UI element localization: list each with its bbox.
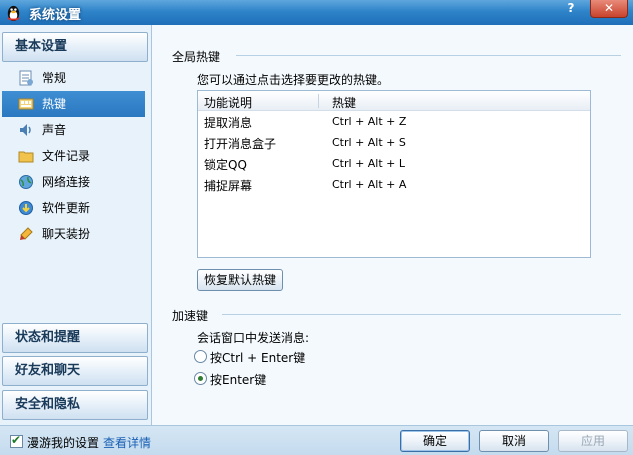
sidebar-item-label: 常规 [42,71,67,85]
apply-button[interactable]: 应用 [558,430,628,452]
table-row[interactable]: 锁定QQ Ctrl + Alt + L [198,153,590,174]
radio-label: 按Ctrl + Enter键 [210,351,306,365]
sidebar-item-hotkeys[interactable]: 热键 [2,91,145,117]
bottom-bar: 漫游我的设置 查看详情 确定 取消 应用 [0,425,633,455]
document-icon [19,70,33,86]
hotkey-function: 捕捉屏幕 [204,179,253,193]
restore-default-hotkeys-button[interactable]: 恢复默认热键 [197,269,283,291]
ok-button[interactable]: 确定 [400,430,470,452]
hotkey-value: Ctrl + Alt + L [332,157,406,170]
table-header: 功能说明 热键 [198,91,590,111]
hotkey-table: 功能说明 热键 提取消息 Ctrl + Alt + Z 打开消息盒子 Ctrl … [197,90,591,258]
nav-list: 常规 热键 声音 文件记录 网络连接 软件更新 聊天装扮 [0,65,150,247]
global-hotkeys-title: 全局热键 [172,50,221,64]
section-status-reminders[interactable]: 状态和提醒 [2,323,148,353]
radio-label: 按Enter键 [210,373,267,387]
hotkey-value: Ctrl + Alt + S [332,136,406,149]
sidebar-item-chat-theme[interactable]: 聊天装扮 [0,221,150,247]
divider [222,314,621,315]
hotkey-function: 提取消息 [204,116,253,130]
section-security-privacy[interactable]: 安全和隐私 [2,390,148,420]
hotkey-function: 打开消息盒子 [204,137,277,151]
table-row[interactable]: 捕捉屏幕 Ctrl + Alt + A [198,174,590,195]
roam-settings-label: 漫游我的设置 [27,436,100,450]
update-icon [19,201,33,215]
sidebar-item-label: 声音 [42,123,67,137]
hotkey-value: Ctrl + Alt + A [332,178,407,191]
roam-settings-checkbox[interactable] [10,433,23,448]
column-separator [318,94,319,108]
qq-penguin-icon [7,5,20,22]
sidebar-item-sound[interactable]: 声音 [0,117,150,143]
section-basic-settings[interactable]: 基本设置 [2,32,148,62]
folder-icon [18,151,34,163]
sidebar-item-label: 聊天装扮 [42,227,91,241]
settings-panel: 全局热键 您可以通过点击选择要更改的热键。 功能说明 热键 提取消息 Ctrl … [152,25,633,425]
hotkey-function: 锁定QQ [204,158,247,172]
sidebar-item-general[interactable]: 常规 [0,65,150,91]
sidebar-item-file-records[interactable]: 文件记录 [0,143,150,169]
accelerator-title: 加速键 [172,309,209,323]
hotkey-hint: 您可以通过点击选择要更改的热键。 [197,73,390,87]
sidebar-item-label: 文件记录 [42,149,91,163]
table-row[interactable]: 打开消息盒子 Ctrl + Alt + S [198,132,590,153]
sidebar-item-label: 热键 [42,97,67,111]
cancel-button[interactable]: 取消 [479,430,549,452]
sidebar: 基本设置 常规 热键 声音 文件记录 网络连接 软件更新 聊天装扮 状态和提醒 … [0,25,152,425]
window-title: 系统设置 [29,8,82,23]
keyboard-icon [18,98,34,110]
sidebar-item-label: 软件更新 [42,201,91,215]
divider [236,55,621,56]
sidebar-item-network[interactable]: 网络连接 [0,169,150,195]
view-details-link[interactable]: 查看详情 [103,434,151,451]
title-bar: 系统设置 ? ✕ [0,0,633,25]
send-message-prompt: 会话窗口中发送消息: [197,331,310,345]
radio-button[interactable] [194,372,207,385]
speaker-icon [20,124,31,136]
help-button[interactable]: ? [557,0,585,18]
brush-icon [20,227,33,240]
column-header-hotkey: 热键 [332,96,357,110]
network-icon [19,175,33,189]
hotkey-value: Ctrl + Alt + Z [332,115,407,128]
column-header-function: 功能说明 [204,96,253,110]
sidebar-item-software-update[interactable]: 软件更新 [0,195,150,221]
table-row[interactable]: 提取消息 Ctrl + Alt + Z [198,111,590,132]
section-friends-chat[interactable]: 好友和聊天 [2,356,148,386]
sidebar-item-label: 网络连接 [42,175,91,189]
radio-button[interactable] [194,350,207,363]
close-button[interactable]: ✕ [590,0,628,18]
